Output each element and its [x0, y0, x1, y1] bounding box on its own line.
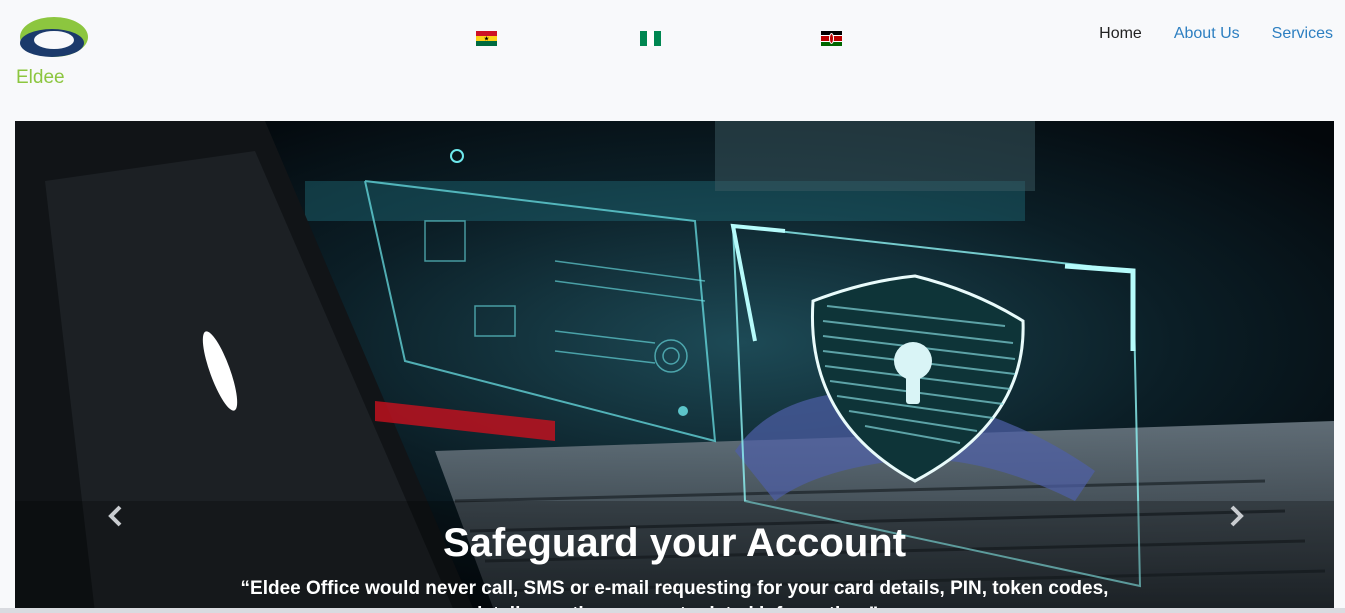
- nav-home-link[interactable]: Home: [1099, 25, 1142, 43]
- site-header: Eldee Home About Us Services: [0, 0, 1345, 121]
- nav-about-link[interactable]: About Us: [1174, 25, 1240, 43]
- nav-services-link[interactable]: Services: [1272, 25, 1333, 43]
- ghana-flag-icon[interactable]: [476, 31, 497, 46]
- eldee-logo-icon[interactable]: [16, 12, 90, 62]
- hero-carousel: Safeguard your Account “Eldee Office wou…: [15, 121, 1334, 613]
- brand-name[interactable]: Eldee: [16, 67, 65, 89]
- nigeria-flag-icon[interactable]: [640, 31, 661, 46]
- main-nav: Home About Us Services: [1099, 25, 1333, 43]
- kenya-flag-icon[interactable]: [821, 31, 842, 46]
- slide-title: Safeguard your Account: [442, 521, 907, 565]
- page-scroll-edge: [0, 608, 1345, 613]
